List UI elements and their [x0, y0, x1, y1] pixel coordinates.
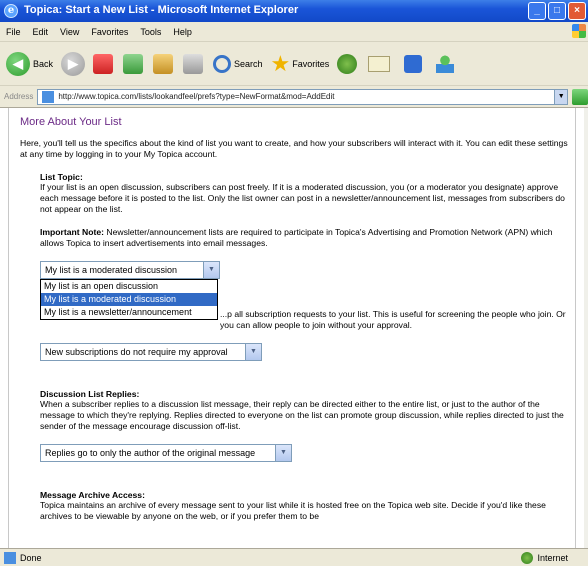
important-note: Important Note: Newsletter/announcement … — [40, 227, 566, 249]
important-note-label: Important Note: — [40, 227, 104, 237]
stop-button[interactable] — [93, 53, 115, 74]
page-content: More About Your List Here, you'll tell u… — [20, 116, 568, 522]
important-note-text: Newsletter/announcement lists are requir… — [40, 227, 553, 248]
address-dropdown-button[interactable]: ▼ — [554, 88, 569, 105]
mail-icon — [368, 55, 391, 72]
menu-help[interactable]: Help — [173, 27, 192, 37]
chevron-down-icon: ▼ — [275, 445, 291, 461]
toolbar: ◀ Back ▶ Search ★ Favorites — [0, 42, 588, 86]
page-icon — [42, 90, 55, 103]
search-icon — [213, 54, 232, 73]
replies-text: When a subscriber replies to a discussio… — [40, 399, 564, 431]
home-icon — [153, 53, 174, 74]
list-type-option-moderated[interactable]: My list is a moderated discussion — [41, 293, 217, 306]
list-type-option-newsletter[interactable]: My list is a newsletter/announcement — [41, 306, 217, 319]
back-button[interactable]: ◀ Back — [6, 51, 54, 76]
list-topic-title: List Topic: — [40, 172, 83, 182]
list-type-value: My list is a moderated discussion — [45, 265, 178, 275]
refresh-button[interactable] — [123, 53, 145, 74]
replies-title: Discussion List Replies: — [40, 389, 140, 399]
media-icon — [337, 53, 358, 74]
subscription-text: ...p all subscription requests to your l… — [220, 309, 566, 330]
mail-button[interactable] — [368, 55, 396, 72]
list-type-select[interactable]: My list is a moderated discussion ▼ — [40, 261, 220, 279]
replies-value: Replies go to only the author of the ori… — [45, 448, 256, 458]
archives-title: Message Archive Access: — [40, 490, 145, 500]
back-label: Back — [33, 58, 54, 69]
security-zone: Internet — [521, 552, 568, 564]
subscription-value: New subscriptions do not require my appr… — [45, 347, 228, 357]
menu-file[interactable]: File — [6, 27, 21, 37]
messenger-button[interactable] — [436, 54, 455, 73]
address-label: Address — [4, 92, 34, 101]
media-button[interactable] — [337, 53, 360, 74]
ie-logo-icon: e — [4, 4, 18, 18]
windows-flag-icon — [572, 24, 586, 38]
menu-favorites[interactable]: Favorites — [91, 27, 128, 37]
menu-view[interactable]: View — [60, 27, 79, 37]
page-icon — [183, 53, 204, 74]
chevron-down-icon: ▼ — [203, 262, 219, 278]
zone-label: Internet — [537, 553, 568, 563]
favorites-label: Favorites — [292, 58, 330, 69]
address-input[interactable]: http://www.topica.com/lists/lookandfeel/… — [37, 88, 556, 105]
msn-icon — [404, 54, 423, 73]
refresh-icon — [123, 53, 144, 74]
list-topic-section: List Topic: If your list is an open disc… — [40, 172, 566, 522]
page-title: More About Your List — [20, 116, 122, 128]
stop-icon — [93, 53, 114, 74]
replies-select[interactable]: Replies go to only the author of the ori… — [40, 444, 292, 462]
list-type-option-open[interactable]: My list is an open discussion — [41, 280, 217, 293]
people-icon — [436, 54, 455, 73]
status-text: Done — [20, 552, 42, 563]
back-arrow-icon: ◀ — [6, 51, 30, 76]
favorites-button[interactable]: ★ Favorites — [270, 50, 330, 76]
list-type-wrap: My list is a moderated discussion ▼ My l… — [40, 261, 220, 320]
print-preview-button[interactable] — [183, 53, 205, 74]
chevron-down-icon: ▼ — [245, 344, 261, 360]
window-controls: _ □ × — [528, 2, 586, 20]
list-topic-text: If your list is an open discussion, subs… — [40, 182, 565, 214]
minimize-button[interactable]: _ — [528, 2, 546, 20]
home-button[interactable] — [153, 53, 175, 74]
menu-bar: File Edit View Favorites Tools Help — [0, 22, 588, 42]
forward-arrow-icon: ▶ — [61, 51, 86, 76]
page-viewport[interactable]: More About Your List Here, you'll tell u… — [0, 108, 588, 548]
title-bar: e Topica: Start a New List - Microsoft I… — [0, 0, 588, 22]
star-icon: ★ — [270, 50, 291, 76]
search-button[interactable]: Search — [213, 54, 263, 73]
menu-edit[interactable]: Edit — [33, 27, 49, 37]
msn-button[interactable] — [404, 54, 428, 73]
menu-tools[interactable]: Tools — [140, 27, 161, 37]
window-title: Topica: Start a New List - Microsoft Int… — [24, 4, 299, 16]
address-url: http://www.topica.com/lists/lookandfeel/… — [58, 92, 335, 101]
forward-button[interactable]: ▶ — [61, 51, 86, 76]
intro-text: Here, you'll tell us the specifics about… — [20, 138, 568, 159]
address-bar: Address http://www.topica.com/lists/look… — [0, 86, 588, 108]
subscription-select[interactable]: New subscriptions do not require my appr… — [40, 343, 262, 361]
search-label: Search — [234, 58, 263, 69]
vertical-scrollbar[interactable] — [584, 108, 588, 548]
list-type-dropdown: My list is an open discussion My list is… — [40, 279, 218, 320]
go-button[interactable] — [572, 88, 588, 105]
status-bar: Done Internet — [0, 548, 588, 566]
page-icon — [4, 551, 16, 564]
close-button[interactable]: × — [568, 2, 586, 20]
globe-icon — [521, 552, 534, 564]
archives-text: Topica maintains an archive of every mes… — [40, 500, 546, 521]
maximize-button[interactable]: □ — [548, 2, 566, 20]
